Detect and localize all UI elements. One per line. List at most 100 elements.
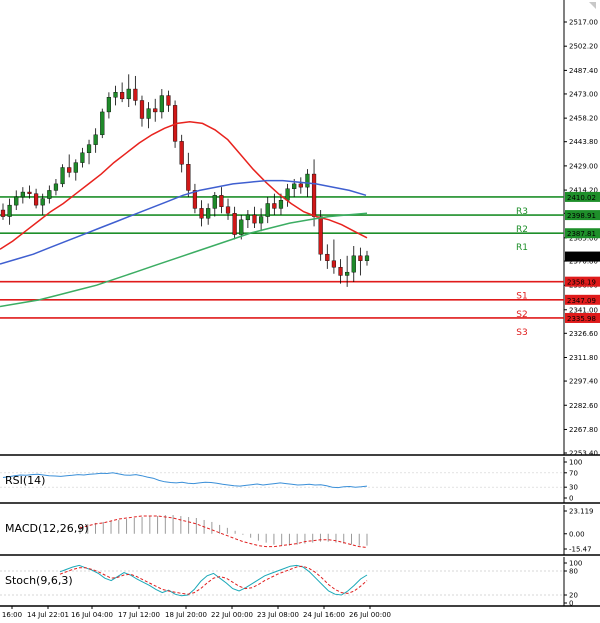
price-tick-label: 2253.40	[569, 450, 598, 458]
pivot-price-tag-value: 2358.19	[567, 279, 596, 287]
candle-body	[358, 255, 363, 261]
candle-body	[166, 95, 171, 106]
chart-shift-icon[interactable]	[587, 1, 597, 11]
candle-body	[351, 255, 356, 273]
price-tick-label: 2267.80	[569, 426, 598, 434]
price-tick-label: 2326.60	[569, 330, 598, 338]
candle	[100, 108, 105, 139]
stoch-panel: 10080200Stoch(9,6,3)	[0, 557, 600, 608]
candle-body	[27, 191, 32, 194]
macd-title: MACD(12,26,9)	[5, 522, 89, 535]
rsi-tick-label: 100	[569, 459, 582, 467]
macd-background	[0, 505, 600, 555]
candle-body	[120, 92, 125, 100]
candle-body	[47, 190, 52, 199]
time-tick-label: 17 Jul 12:00	[118, 611, 160, 619]
pivot-price-tag-s1: 2358.19	[565, 276, 600, 287]
macd-panel: 23.119 0.00 -15.47 MACD(12,26,9)	[0, 505, 600, 556]
candle-body	[206, 208, 211, 219]
pivot-price-tag-r1: 2387.81	[565, 228, 600, 239]
candle-body	[126, 88, 131, 100]
macd-tick-label: -15.47	[569, 546, 592, 554]
price-tick-label: 2443.80	[569, 138, 598, 146]
price-tick-label: 2517.00	[569, 19, 598, 27]
candle-body	[153, 108, 158, 113]
candle-body	[60, 167, 65, 185]
candle-body	[0, 209, 6, 217]
candle-body	[106, 97, 111, 113]
candle-body	[212, 195, 217, 209]
rsi-tick-label: 0	[569, 495, 573, 503]
chart-canvas: 2517.00 2502.20 2487.40 2473.00 2458.20 2443.…	[0, 0, 600, 619]
candle-body	[179, 141, 184, 165]
pivot-label-s3: S3	[516, 328, 527, 338]
time-tick-label: 16 Jul 04:00	[71, 611, 113, 619]
time-axis: 16:00 14 Jul 22:01 16 Jul 04:00 17 Jul 12:0…	[2, 606, 391, 619]
pivot-price-tag-r2: 2398.91	[565, 210, 600, 221]
candle-body	[7, 204, 12, 217]
candle-body	[311, 173, 317, 217]
candle-body	[219, 195, 224, 207]
candle-body	[225, 206, 231, 214]
pivot-price-tag-r3: 2410.02	[565, 191, 600, 202]
stoch-tick-label: 80	[569, 568, 578, 576]
rsi-tick-label: 70	[569, 469, 578, 477]
macd-tick-label: 0.00	[569, 530, 585, 538]
candle-body	[245, 214, 250, 221]
candle-body	[100, 111, 105, 136]
candle-body	[67, 167, 72, 173]
candle-body	[53, 183, 59, 191]
candle-body	[14, 196, 19, 206]
stoch-title: Stoch(9,6,3)	[5, 574, 73, 587]
price-tick-label: 2473.00	[569, 90, 598, 98]
pivot-price-tag-value: 2398.91	[567, 212, 596, 220]
time-tick-label: 26 Jul 00:00	[349, 611, 391, 619]
candle-body	[133, 88, 138, 101]
pivot-price-tag-s2: 2347.09	[565, 294, 600, 305]
price-panel: 2517.00 2502.20 2487.40 2473.00 2458.20 2443.…	[0, 0, 600, 458]
candle-body	[86, 144, 92, 154]
pivot-price-tag-s3: 2335.98	[565, 312, 600, 323]
candle-body	[93, 134, 98, 145]
candle-body	[186, 164, 191, 191]
candle-body	[40, 198, 45, 206]
pivot-price-tag-value: 2387.81	[567, 230, 596, 238]
candle-body	[278, 200, 284, 209]
price-tick-label: 2487.40	[569, 67, 598, 75]
rsi-panel: 100 70 30 0 RSI(14)	[0, 457, 600, 504]
candle	[60, 164, 65, 188]
candle-body	[318, 216, 323, 255]
candle-body	[199, 208, 204, 219]
candle-body	[252, 214, 257, 224]
candle-body	[113, 92, 118, 98]
rsi-title: RSI(14)	[5, 474, 45, 487]
rsi-background	[0, 457, 600, 503]
candle-body	[305, 173, 310, 188]
current-price-tag: 2373.54	[565, 251, 600, 262]
candle-body	[345, 271, 350, 276]
rsi-tick-label: 30	[569, 484, 578, 492]
price-tick-label: 2297.40	[569, 378, 598, 386]
pivot-label-r1: R1	[516, 243, 528, 253]
candle-body	[192, 190, 198, 209]
candle-body	[232, 213, 237, 235]
pivot-price-tag-value: 2347.09	[567, 297, 596, 305]
candle-body	[285, 188, 290, 201]
current-price-value: 2373.54	[567, 254, 596, 262]
candle-body	[239, 219, 244, 235]
time-tick-label: 23 Jul 08:00	[257, 611, 299, 619]
time-tick-label: 16:00	[2, 611, 22, 619]
price-tick-label: 2311.80	[569, 354, 598, 362]
time-tick-label: 24 Jul 16:00	[303, 611, 345, 619]
candle-body	[159, 95, 164, 113]
stoch-tick-label: 20	[569, 592, 578, 600]
candle-body	[338, 267, 343, 276]
candle-body	[364, 255, 370, 261]
price-panel-background	[0, 0, 600, 455]
time-tick-label: 14 Jul 22:01	[27, 611, 69, 619]
candle-body	[325, 253, 330, 261]
candle-body	[139, 100, 145, 119]
price-tick-label: 2282.60	[569, 402, 598, 410]
candle-body	[298, 183, 303, 188]
pivot-price-tag-value: 2335.98	[567, 315, 596, 323]
